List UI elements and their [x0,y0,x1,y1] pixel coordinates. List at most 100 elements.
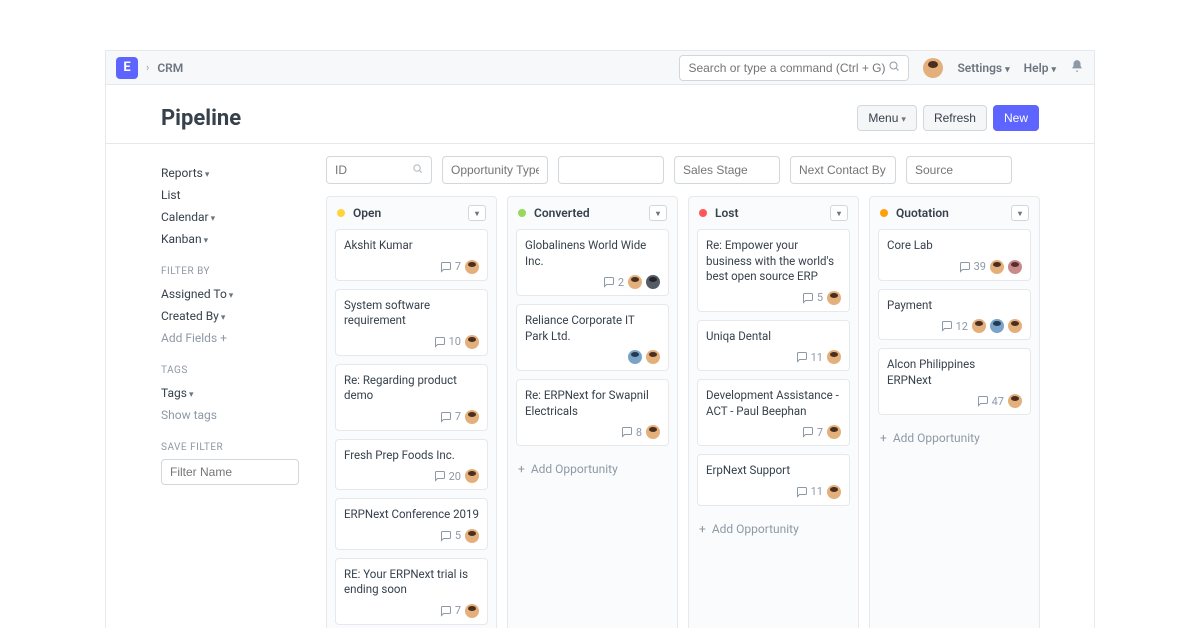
menu-button[interactable]: Menu [857,105,917,131]
filter-opportunity-type[interactable] [442,156,548,184]
kanban-card[interactable]: Payment12 [878,289,1031,341]
card-title: Core Lab [887,238,1022,254]
card-title: Alcon Philippines ERPNext [887,357,1022,388]
search-icon [888,60,900,75]
assignee-avatar [646,350,660,364]
kanban-card[interactable]: Re: Regarding product demo7 [335,364,488,431]
column-title: Quotation [896,206,949,220]
comment-count: 2 [603,276,624,289]
sidebar-item-calendar[interactable]: Calendar▾ [161,206,316,228]
column-menu-button[interactable]: ▾ [1011,205,1029,221]
column-header: Quotation ▾ [870,197,1039,229]
add-opportunity-button[interactable]: +Add Opportunity [689,514,858,544]
column-title: Open [353,206,381,220]
comment-count: 11 [796,485,823,498]
sidebar-filter-created-by[interactable]: Created By▾ [161,305,316,327]
sidebar-item-kanban[interactable]: Kanban▾ [161,228,316,250]
card-title: Reliance Corporate IT Park Ltd. [525,313,660,344]
user-avatar[interactable] [923,58,943,78]
card-title: Payment [887,298,1022,314]
kanban-card[interactable]: Development Assistance - ACT - Paul Beep… [697,379,850,446]
filter-empty[interactable] [558,156,664,184]
assignee-avatar [465,469,479,483]
status-dot-icon [880,209,888,217]
comment-count: 39 [959,260,986,273]
kanban-card[interactable]: Core Lab 39 [878,229,1031,281]
kanban-card[interactable]: Re: Empower your business with the world… [697,229,850,312]
status-dot-icon [518,209,526,217]
sidebar: Reports▾ List Calendar▾ Kanban▾ FILTER B… [161,144,316,628]
kanban-card[interactable]: ERPNext Conference 2019 5 [335,498,488,550]
sidebar-show-tags[interactable]: Show tags [161,404,316,426]
column-header: Converted ▾ [508,197,677,229]
sidebar-item-reports[interactable]: Reports▾ [161,162,316,184]
card-title: Re: ERPNext for Swapnil Electricals [525,388,660,419]
kanban-card[interactable]: Fresh Prep Foods Inc.20 [335,439,488,491]
kanban-card[interactable]: Re: ERPNext for Swapnil Electricals 8 [516,379,669,446]
save-filter-label: SAVE FILTER [161,442,316,453]
column-menu-button[interactable]: ▾ [830,205,848,221]
kanban-card[interactable]: Reliance Corporate IT Park Ltd. [516,304,669,371]
kanban-card[interactable]: RE: Your ERPNext trial is ending soon7 [335,558,488,625]
card-footer: 10 [344,335,479,349]
card-title: ErpNext Support [706,463,841,479]
filter-sales-stage[interactable] [674,156,780,184]
help-menu[interactable]: Help [1024,61,1056,75]
plus-icon: + [880,431,887,445]
sidebar-add-fields[interactable]: Add Fields + [161,327,316,349]
column-menu-button[interactable]: ▾ [468,205,486,221]
kanban-card[interactable]: System software requirement10 [335,289,488,356]
card-footer: 5 [706,291,841,305]
filter-next-contact-by[interactable] [790,156,896,184]
chevron-right-icon: › [146,61,149,74]
settings-menu[interactable]: Settings [957,61,1009,75]
card-title: Globalinens World Wide Inc. [525,238,660,269]
card-footer: 2 [525,275,660,289]
sidebar-filter-assigned-to[interactable]: Assigned To▾ [161,283,316,305]
app-logo[interactable]: E [116,57,138,79]
assignee-avatar [465,529,479,543]
add-opportunity-button[interactable]: +Add Opportunity [870,423,1039,453]
search-icon [412,163,423,177]
card-footer [525,350,660,364]
filter-name-input[interactable] [161,459,299,485]
search-input-wrap[interactable] [679,55,909,81]
assignee-avatar [1008,260,1022,274]
assignee-avatar [465,260,479,274]
kanban-card[interactable]: ErpNext Support 11 [697,454,850,506]
card-title: ERPNext Conference 2019 [344,507,479,523]
comment-count: 8 [621,426,642,439]
comment-count: 7 [440,604,461,617]
add-opportunity-button[interactable]: +Add Opportunity [508,454,677,484]
comment-count: 7 [440,260,461,273]
sidebar-item-list[interactable]: List [161,184,316,206]
new-button[interactable]: New [993,105,1039,131]
column-menu-button[interactable]: ▾ [649,205,667,221]
assignee-avatar [628,350,642,364]
card-title: Re: Empower your business with the world… [706,238,841,285]
card-footer: 7 [344,604,479,618]
search-input[interactable] [688,61,888,75]
plus-icon: + [518,462,525,476]
comment-count: 20 [434,470,461,483]
card-footer: 8 [525,425,660,439]
refresh-button[interactable]: Refresh [923,105,987,131]
column-title: Lost [715,206,738,220]
breadcrumb[interactable]: CRM [157,61,183,75]
kanban-card[interactable]: Akshit Kumar7 [335,229,488,281]
sidebar-tags[interactable]: Tags▾ [161,382,316,404]
card-footer: 11 [706,485,841,499]
card-title: Re: Regarding product demo [344,373,479,404]
card-footer: 5 [344,529,479,543]
kanban-card[interactable]: Uniqa Dental11 [697,320,850,372]
comment-count: 47 [977,395,1004,408]
column-title: Converted [534,206,590,220]
filter-id-input[interactable] [335,163,405,177]
filter-source[interactable] [906,156,1012,184]
plus-icon: + [220,331,227,345]
bell-icon[interactable] [1070,59,1084,77]
kanban-card[interactable]: Globalinens World Wide Inc. 2 [516,229,669,296]
filter-id-wrap[interactable] [326,156,432,184]
card-footer: 39 [887,260,1022,274]
kanban-card[interactable]: Alcon Philippines ERPNext 47 [878,348,1031,415]
